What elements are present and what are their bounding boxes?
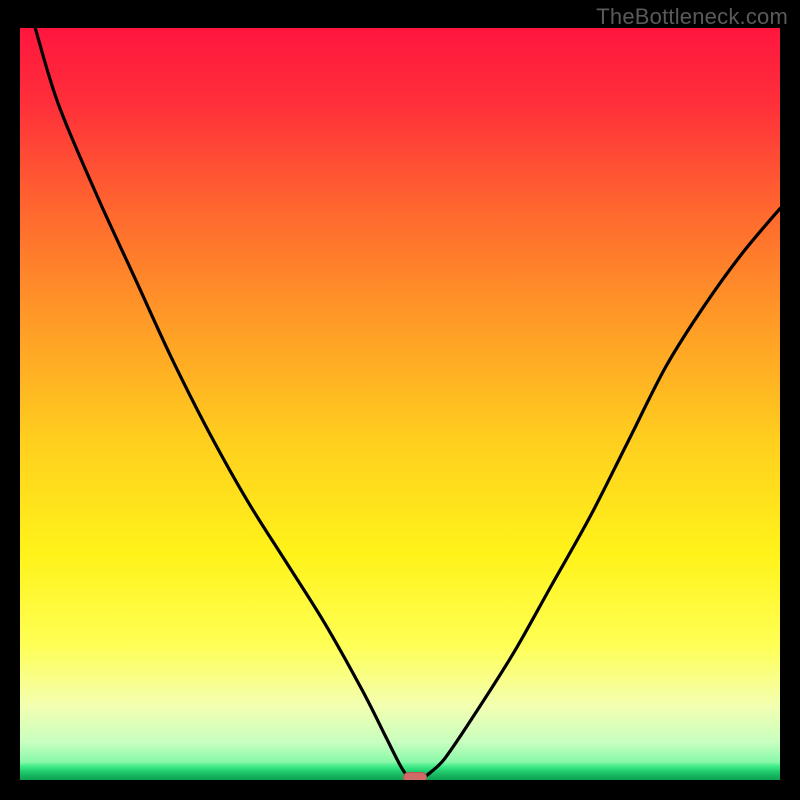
optimum-marker [403, 772, 427, 780]
watermark-text: TheBottleneck.com [596, 4, 788, 30]
chart-frame: TheBottleneck.com [0, 0, 800, 800]
bottleneck-curve [20, 28, 780, 780]
plot-area [20, 28, 780, 780]
